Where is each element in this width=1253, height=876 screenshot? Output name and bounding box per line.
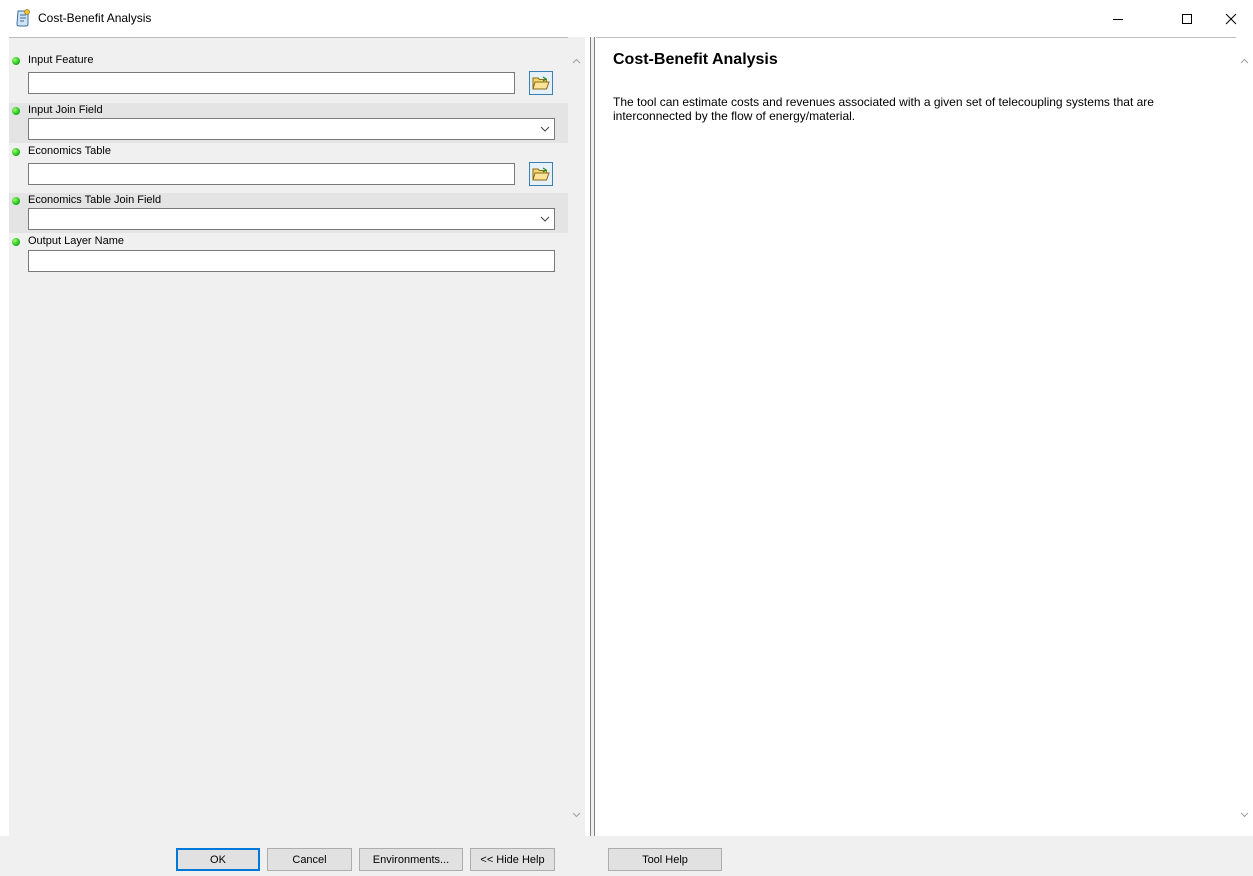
close-button[interactable] [1208, 0, 1253, 37]
param-label-input-feature: Input Feature [28, 54, 94, 66]
scroll-down-icon[interactable] [570, 808, 583, 821]
maximize-button[interactable] [1164, 0, 1210, 37]
hide-help-button[interactable]: << Hide Help [470, 848, 555, 871]
maximize-icon [1182, 13, 1192, 24]
help-title: Cost-Benefit Analysis [613, 51, 778, 68]
param-label-input-join-field: Input Join Field [28, 104, 103, 116]
browse-input-feature-button[interactable] [529, 71, 553, 95]
chevron-down-icon [540, 216, 550, 222]
param-input-join-field: Input Join Field [9, 103, 569, 143]
input-join-field-dropdown[interactable] [28, 118, 555, 140]
button-bar: OK Cancel Environments... << Hide Help T… [0, 836, 1253, 876]
environments-button[interactable]: Environments... [359, 848, 463, 871]
required-dot-icon [12, 197, 20, 205]
close-icon [1225, 13, 1237, 24]
window-title: Cost-Benefit Analysis [38, 11, 152, 25]
input-feature-field[interactable] [28, 72, 515, 94]
browse-economics-table-button[interactable] [529, 162, 553, 186]
economics-table-field[interactable] [28, 163, 515, 185]
scroll-up-icon[interactable] [1238, 55, 1251, 68]
required-dot-icon [12, 57, 20, 65]
output-layer-name-field[interactable] [28, 250, 555, 272]
open-folder-icon [532, 167, 550, 181]
minimize-icon [1113, 18, 1123, 20]
param-label-output-layer-name: Output Layer Name [28, 235, 124, 247]
scroll-down-icon[interactable] [1238, 808, 1251, 821]
param-output-layer-name: Output Layer Name [9, 234, 569, 276]
economics-table-join-field-dropdown[interactable] [28, 208, 555, 230]
help-description: The tool can estimate costs and revenues… [613, 95, 1154, 123]
param-label-economics-table-join-field: Economics Table Join Field [28, 194, 162, 206]
param-label-economics-table: Economics Table [28, 145, 111, 157]
param-economics-table: Economics Table [9, 144, 569, 190]
parameters-pane: Input Feature Input Join Field Economics… [9, 37, 569, 836]
chevron-down-icon [540, 126, 550, 132]
help-pane: Cost-Benefit Analysis The tool can estim… [596, 37, 1236, 836]
cancel-button[interactable]: Cancel [267, 848, 352, 871]
required-dot-icon [12, 107, 20, 115]
scroll-up-icon[interactable] [570, 55, 583, 68]
title-bar: Cost-Benefit Analysis [0, 0, 1253, 37]
param-economics-table-join-field: Economics Table Join Field [9, 193, 569, 233]
ok-button[interactable]: OK [176, 848, 260, 871]
required-dot-icon [12, 238, 20, 246]
script-tool-icon [15, 9, 31, 27]
parameters-scrollbar[interactable] [568, 37, 585, 836]
pane-splitter[interactable] [590, 37, 595, 836]
minimize-button[interactable] [1095, 0, 1141, 37]
help-scrollbar[interactable] [1236, 37, 1253, 836]
open-folder-icon [532, 76, 550, 90]
param-input-feature: Input Feature [9, 54, 569, 100]
tool-help-button[interactable]: Tool Help [608, 848, 722, 871]
required-dot-icon [12, 148, 20, 156]
